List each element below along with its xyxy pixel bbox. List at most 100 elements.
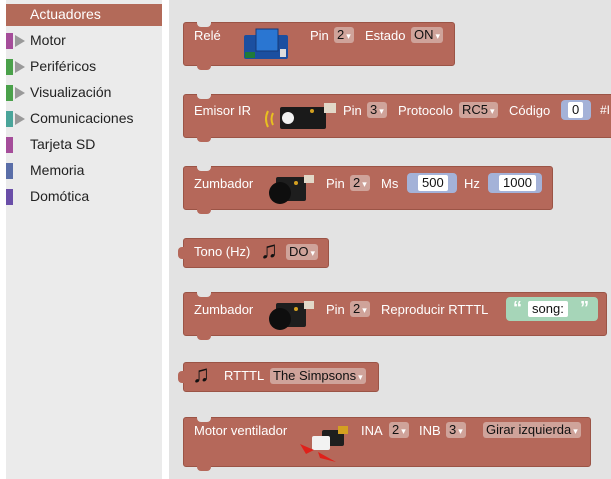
estado-value: ON (414, 27, 434, 42)
hz-label: Hz (464, 176, 480, 191)
motor-ventilador-block[interactable]: Motor ventilador INA 2 ▾ INB 3 ▾ Girar izq… (183, 417, 591, 471)
dropdown-arrow-icon: ▾ (358, 372, 363, 382)
rele-block[interactable]: Relé Pin 2 ▾ Estado ON ▾ (183, 22, 455, 70)
music-note-icon: ♫ (260, 237, 278, 264)
block-connector (178, 371, 185, 383)
category-label: Memoria (30, 162, 85, 178)
block-connector (197, 292, 211, 297)
dropdown-arrow-icon: ▾ (362, 179, 367, 189)
song-dropdown[interactable]: The Simpsons ▾ (270, 368, 366, 384)
codigo-input[interactable]: 0 (568, 102, 584, 118)
category-label: Tarjeta SD (30, 136, 96, 152)
block-title: Motor ventilador (194, 423, 288, 438)
block-connector (197, 209, 211, 214)
ms-number-block[interactable]: 500 (407, 173, 457, 193)
estado-dropdown[interactable]: ON ▾ (411, 27, 444, 43)
category-perifericos[interactable]: Periféricos (6, 56, 162, 78)
codigo-label: Código (509, 103, 551, 118)
buzzer-module-icon (269, 175, 314, 204)
note-dropdown[interactable]: DO ▾ (286, 244, 319, 260)
block-connector (197, 65, 211, 70)
zumbador-rtttl-block[interactable]: Zumbador Pin 2 ▾ Reproducir RTTTL “ song:… (183, 292, 607, 340)
expand-triangle-icon[interactable] (15, 113, 25, 125)
category-color-bar (6, 59, 13, 75)
ms-input[interactable]: 500 (418, 175, 448, 191)
expand-triangle-icon[interactable] (15, 35, 25, 47)
ms-label: Ms (381, 176, 399, 191)
buzzer-module-icon (269, 301, 314, 330)
block-title: Relé (194, 28, 221, 43)
expand-triangle-icon[interactable] (15, 61, 25, 73)
dropdown-arrow-icon: ▾ (310, 248, 316, 258)
song-value: The Simpsons (273, 368, 357, 383)
hz-input[interactable]: 1000 (499, 175, 536, 191)
pin-dropdown[interactable]: 2 ▾ (350, 301, 370, 317)
category-tarjeta-sd[interactable]: Tarjeta SD (6, 134, 162, 156)
song-input[interactable]: song: (528, 301, 568, 317)
dropdown-arrow-icon: ▾ (435, 31, 441, 41)
dropdown-arrow-icon: ▾ (458, 426, 463, 436)
block-connector (197, 335, 211, 340)
hz-number-block[interactable]: 1000 (488, 173, 542, 193)
block-title: Zumbador (194, 302, 254, 317)
category-visualizacion[interactable]: Visualización (6, 82, 162, 104)
category-motor[interactable]: Motor (6, 30, 162, 52)
pin-value: 2 (337, 27, 345, 42)
emisor-ir-block[interactable]: Emisor IR Pin 3 ▾ Protocolo RC5 ▾ Código 0… (183, 94, 611, 142)
dropdown-arrow-icon: ▾ (490, 106, 495, 116)
codigo-overflow-text: #I (600, 103, 611, 117)
rtttl-song-block[interactable]: ♫ RTTTL The Simpsons ▾ (178, 361, 379, 392)
category-color-bar (6, 85, 13, 101)
category-label: Periféricos (30, 58, 97, 74)
ina-value: 2 (392, 422, 400, 437)
pin-label: Pin (326, 302, 345, 317)
direction-dropdown[interactable]: Girar izquierda ▾ (483, 422, 581, 438)
pin-label: Pin (310, 28, 329, 43)
inb-label: INB (419, 423, 441, 438)
category-actuadores[interactable]: Actuadores (6, 4, 162, 26)
pin-dropdown[interactable]: 2 ▾ (350, 175, 370, 191)
category-label: Comunicaciones (30, 110, 134, 126)
block-connector (197, 466, 211, 471)
category-comunicaciones[interactable]: Comunicaciones (6, 108, 162, 130)
ina-dropdown[interactable]: 2 ▾ (389, 422, 409, 438)
protocolo-label: Protocolo (398, 103, 453, 118)
inb-dropdown[interactable]: 3 ▾ (446, 422, 466, 438)
category-color-bar (6, 111, 13, 127)
block-connector (197, 137, 211, 142)
dropdown-arrow-icon: ▾ (346, 31, 351, 41)
pin-dropdown[interactable]: 3 ▾ (367, 102, 387, 118)
category-label: Actuadores (30, 6, 101, 22)
inb-value: 3 (449, 422, 457, 437)
protocolo-value: RC5 (462, 102, 489, 117)
pin-value: 2 (353, 175, 361, 190)
direction-value: Girar izquierda (486, 422, 572, 437)
category-label: Motor (30, 32, 66, 48)
codigo-number-block[interactable]: 0 (561, 100, 591, 120)
block-connector (178, 247, 185, 259)
open-quote-icon: “ (513, 298, 522, 318)
tono-block[interactable]: Tono (Hz) ♫ DO ▾ (178, 237, 329, 268)
category-memoria[interactable]: Memoria (6, 160, 162, 182)
block-connector (197, 166, 211, 171)
pin-label: Pin (326, 176, 345, 191)
rtttl-label: Reproducir RTTTL (381, 302, 489, 317)
dropdown-arrow-icon: ▾ (401, 426, 406, 436)
blocks-workspace[interactable]: Relé Pin 2 ▾ Estado ON ▾ Emisor IR Pin 3 ▾ … (169, 0, 611, 479)
zumbador-tone-block[interactable]: Zumbador Pin 2 ▾ Ms 500 Hz 1000 (183, 166, 553, 214)
song-string-block[interactable]: “ song: ” (506, 297, 598, 321)
pin-value: 2 (353, 301, 361, 316)
pin-dropdown[interactable]: 2 ▾ (334, 27, 354, 43)
block-connector (197, 22, 211, 27)
block-title: Tono (Hz) (194, 244, 251, 259)
ir-emitter-module-icon (265, 103, 336, 129)
block-connector (197, 417, 211, 422)
expand-triangle-icon[interactable] (15, 87, 25, 99)
pin-label: Pin (343, 103, 362, 118)
protocolo-dropdown[interactable]: RC5 ▾ (459, 102, 498, 118)
close-quote-icon: ” (580, 298, 589, 318)
note-value: DO (289, 244, 309, 259)
block-title: Zumbador (194, 176, 254, 191)
block-title: Emisor IR (194, 103, 252, 118)
category-domotica[interactable]: Domótica (6, 186, 162, 208)
